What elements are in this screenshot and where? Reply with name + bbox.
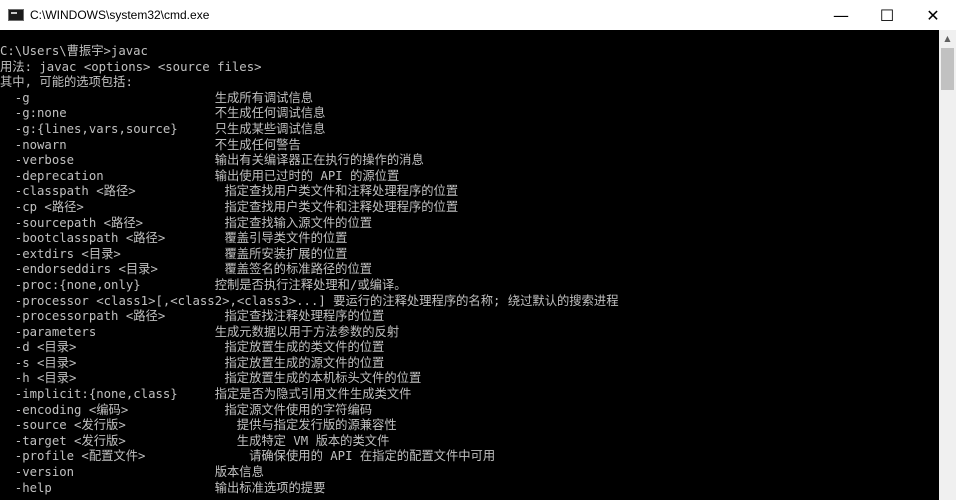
minimize-button[interactable]: —	[818, 0, 864, 30]
terminal-line: -s <目录> 指定放置生成的源文件的位置	[0, 355, 385, 370]
terminal-line: -processorpath <路径> 指定查找注释处理程序的位置	[0, 309, 385, 324]
terminal-line: -encoding <编码> 指定源文件使用的字符编码	[0, 402, 373, 417]
terminal-line: C:\Users\曹振宇>javac	[0, 44, 148, 58]
terminal-line: -endorseddirs <目录> 覆盖签名的标准路径的位置	[0, 262, 373, 277]
terminal-line: -g:{lines,vars,source} 只生成某些调试信息	[0, 121, 326, 136]
terminal-line: -cp <路径> 指定查找用户类文件和注释处理程序的位置	[0, 199, 459, 214]
cmd-app-icon[interactable]	[8, 9, 24, 21]
terminal-line: 用法: javac <options> <source files>	[0, 59, 262, 74]
scroll-up-arrow-icon[interactable]: ▲	[939, 30, 956, 47]
terminal-line: -proc:{none,only} 控制是否执行注释处理和/或编译。	[0, 277, 407, 292]
cmd-window: C:\WINDOWS\system32\cmd.exe — ☐ ✕ C:\Use…	[0, 0, 956, 500]
terminal-line: -d <目录> 指定放置生成的类文件的位置	[0, 340, 385, 355]
window-controls: — ☐ ✕	[818, 0, 956, 30]
terminal-line: -parameters 生成元数据以用于方法参数的反射	[0, 324, 400, 339]
terminal-line: -g:none 不生成任何调试信息	[0, 106, 326, 121]
terminal-line: -h <目录> 指定放置生成的本机标头文件的位置	[0, 371, 422, 386]
terminal-line: -deprecation 输出使用已过时的 API 的源位置	[0, 168, 400, 183]
scrollbar-thumb[interactable]	[941, 48, 954, 90]
terminal-line: -version 版本信息	[0, 465, 264, 480]
window-title: C:\WINDOWS\system32\cmd.exe	[30, 8, 210, 22]
terminal-line: 其中, 可能的选项包括:	[0, 75, 133, 90]
terminal-line: -bootclasspath <路径> 覆盖引导类文件的位置	[0, 231, 348, 246]
terminal-line: -extdirs <目录> 覆盖所安装扩展的位置	[0, 246, 348, 261]
terminal-line: -processor <class1>[,<class2>,<class3>..…	[0, 293, 619, 308]
terminal-line: -help 输出标准选项的提要	[0, 480, 326, 495]
terminal-line: -verbose 输出有关编译器正在执行的操作的消息	[0, 153, 424, 168]
terminal-line: -nowarn 不生成任何警告	[0, 137, 301, 152]
terminal-line: -source <发行版> 提供与指定发行版的源兼容性	[0, 418, 397, 433]
terminal-line: -implicit:{none,class} 指定是否为隐式引用文件生成类文件	[0, 387, 412, 402]
terminal-output: C:\Users\曹振宇>javac 用法: javac <options> <s…	[0, 44, 939, 496]
terminal-line: -classpath <路径> 指定查找用户类文件和注释处理程序的位置	[0, 184, 459, 199]
close-button[interactable]: ✕	[910, 0, 956, 30]
vertical-scrollbar[interactable]: ▲	[939, 30, 956, 500]
terminal-line: -profile <配置文件> 请确保使用的 API 在指定的配置文件中可用	[0, 449, 496, 464]
terminal-area[interactable]: C:\Users\曹振宇>javac 用法: javac <options> <s…	[0, 30, 939, 500]
terminal-line: -g 生成所有调试信息	[0, 90, 314, 105]
terminal-line: -target <发行版> 生成特定 VM 版本的类文件	[0, 433, 390, 448]
maximize-button[interactable]: ☐	[864, 0, 910, 30]
terminal-line: -sourcepath <路径> 指定查找输入源文件的位置	[0, 215, 373, 230]
title-bar[interactable]: C:\WINDOWS\system32\cmd.exe — ☐ ✕	[0, 0, 956, 30]
